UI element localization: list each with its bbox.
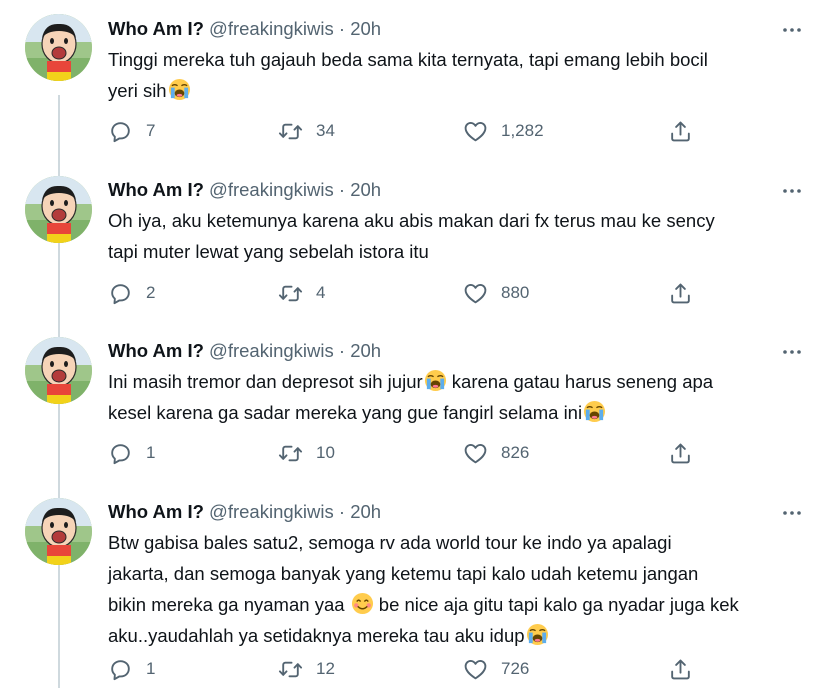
share-button[interactable] <box>668 117 706 145</box>
loudly-crying-face-emoji <box>526 623 549 646</box>
loudly-crying-face-emoji <box>424 369 447 392</box>
tweet-text: Oh iya, aku ketemunya karena aku abis ma… <box>108 205 798 267</box>
more-icon[interactable] <box>780 340 804 364</box>
tweet-4[interactable]: Who Am I? @freakingkiwis · 20h Btw gabis… <box>0 484 826 688</box>
like-button[interactable]: 880 <box>463 279 529 307</box>
reply-icon <box>108 119 133 144</box>
like-count: 1,282 <box>501 121 544 140</box>
heart-icon <box>463 281 488 306</box>
tweet-text: Ini masih tremor dan depresot sih jujur … <box>108 366 798 428</box>
retweet-icon <box>278 657 303 682</box>
more-icon[interactable] <box>780 18 804 42</box>
share-button[interactable] <box>668 279 706 307</box>
share-icon <box>668 441 693 466</box>
reply-icon <box>108 657 133 682</box>
reply-count: 1 <box>146 659 156 678</box>
share-icon <box>668 657 693 682</box>
heart-icon <box>463 657 488 682</box>
retweet-icon <box>278 441 303 466</box>
retweet-count: 12 <box>316 659 335 678</box>
more-icon[interactable] <box>780 501 804 525</box>
like-count: 880 <box>501 283 530 302</box>
author-handle[interactable]: @freakingkiwis <box>209 179 334 200</box>
reply-count: 7 <box>146 121 156 140</box>
retweet-count: 34 <box>316 121 335 140</box>
tweet-header: Who Am I? @freakingkiwis · 20h <box>108 16 381 42</box>
share-icon <box>668 281 693 306</box>
tweet-actions: 2 4 880 <box>108 279 708 307</box>
tweet-text-line: Ini masih tremor dan depresot sih jujur … <box>108 369 714 392</box>
retweet-count: 10 <box>316 443 335 462</box>
separator: · <box>338 179 346 200</box>
tweet-text-line: Tinggi mereka tuh gajauh beda sama kita … <box>108 49 708 70</box>
loudly-crying-face-emoji <box>168 78 191 101</box>
tweet-actions: 1 12 726 <box>108 655 708 683</box>
separator: · <box>338 501 346 522</box>
retweet-button[interactable]: 10 <box>278 439 335 467</box>
author-name[interactable]: Who Am I? <box>108 340 204 361</box>
share-button[interactable] <box>668 655 706 683</box>
tweet-2[interactable]: Who Am I? @freakingkiwis · 20h Oh iya, a… <box>0 162 826 323</box>
more-icon[interactable] <box>780 179 804 203</box>
tweet-text-line: tapi muter lewat yang sebelah istora itu <box>108 241 429 262</box>
tweet-header: Who Am I? @freakingkiwis · 20h <box>108 177 381 203</box>
like-button[interactable]: 1,282 <box>463 117 544 145</box>
retweet-count: 4 <box>316 283 326 302</box>
retweet-icon <box>278 281 303 306</box>
retweet-icon <box>278 119 303 144</box>
separator: · <box>338 18 346 39</box>
reply-icon <box>108 281 133 306</box>
tweet-header: Who Am I? @freakingkiwis · 20h <box>108 499 381 525</box>
timestamp[interactable]: 20h <box>350 18 381 39</box>
tweet-text-line: yeri sih <box>108 75 798 106</box>
tweet-text: Tinggi mereka tuh gajauh beda sama kita … <box>108 44 798 106</box>
reply-button[interactable]: 1 <box>108 655 155 683</box>
tweet-text-line: bikin mereka ga nyaman yaa be nice aja g… <box>108 592 739 615</box>
avatar[interactable] <box>25 176 92 243</box>
tweet-actions: 7 34 1,282 <box>108 117 708 145</box>
like-button[interactable]: 826 <box>463 439 529 467</box>
like-count: 826 <box>501 443 530 462</box>
reply-icon <box>108 441 133 466</box>
timestamp[interactable]: 20h <box>350 501 381 522</box>
avatar[interactable] <box>25 498 92 565</box>
tweet-actions: 1 10 826 <box>108 439 708 467</box>
reply-button[interactable]: 1 <box>108 439 155 467</box>
timestamp[interactable]: 20h <box>350 179 381 200</box>
timestamp[interactable]: 20h <box>350 340 381 361</box>
share-button[interactable] <box>668 439 706 467</box>
author-name[interactable]: Who Am I? <box>108 179 204 200</box>
reply-button[interactable]: 7 <box>108 117 155 145</box>
reply-count: 2 <box>146 283 156 302</box>
reply-count: 1 <box>146 443 156 462</box>
tweet-text-line: Btw gabisa bales satu2, semoga rv ada wo… <box>108 532 672 553</box>
share-icon <box>668 119 693 144</box>
author-handle[interactable]: @freakingkiwis <box>209 501 334 522</box>
heart-icon <box>463 441 488 466</box>
tweet-text-line: Oh iya, aku ketemunya karena aku abis ma… <box>108 210 715 231</box>
tweet-1[interactable]: Who Am I? @freakingkiwis · 20h Tinggi me… <box>0 0 826 162</box>
loudly-crying-face-emoji <box>583 400 606 423</box>
tweet-text-line: jakarta, dan semoga banyak yang ketemu t… <box>108 563 699 584</box>
tweet-text-line: kesel karena ga sadar mereka yang gue fa… <box>108 397 798 428</box>
like-button[interactable]: 726 <box>463 655 529 683</box>
retweet-button[interactable]: 34 <box>278 117 335 145</box>
tweet-text-line: aku..yaudahlah ya setidaknya mereka tau … <box>108 620 798 651</box>
retweet-button[interactable]: 12 <box>278 655 335 683</box>
smiling-face-emoji <box>351 592 374 615</box>
author-handle[interactable]: @freakingkiwis <box>209 340 334 361</box>
reply-button[interactable]: 2 <box>108 279 155 307</box>
separator: · <box>338 340 346 361</box>
heart-icon <box>463 119 488 144</box>
tweet-header: Who Am I? @freakingkiwis · 20h <box>108 338 381 364</box>
tweet-text: Btw gabisa bales satu2, semoga rv ada wo… <box>108 527 798 651</box>
avatar[interactable] <box>25 337 92 404</box>
author-handle[interactable]: @freakingkiwis <box>209 18 334 39</box>
like-count: 726 <box>501 659 530 678</box>
retweet-button[interactable]: 4 <box>278 279 325 307</box>
author-name[interactable]: Who Am I? <box>108 18 204 39</box>
tweet-3[interactable]: Who Am I? @freakingkiwis · 20h Ini masih… <box>0 323 826 484</box>
avatar[interactable] <box>25 14 92 81</box>
author-name[interactable]: Who Am I? <box>108 501 204 522</box>
